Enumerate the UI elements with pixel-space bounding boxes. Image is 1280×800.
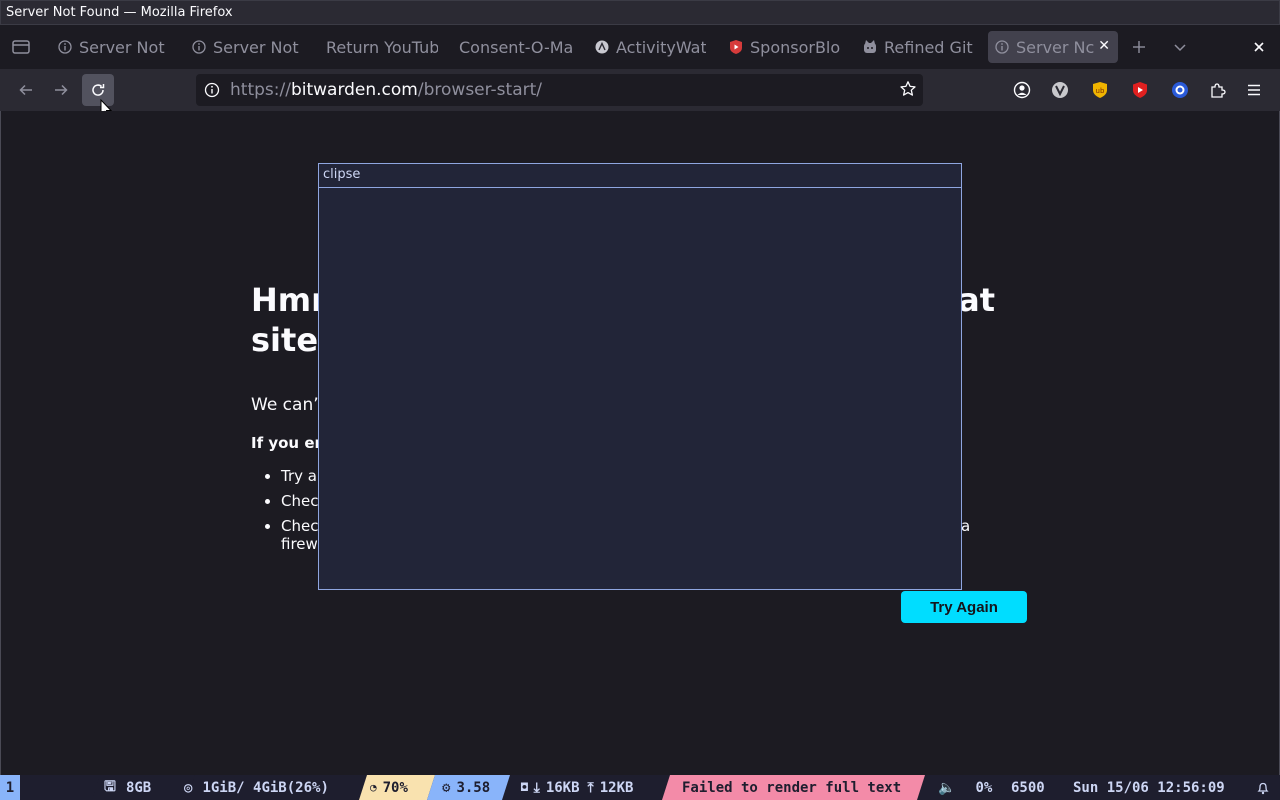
clipse-popup-window[interactable]: clipse xyxy=(318,163,962,590)
workspace-indicator[interactable]: 1 xyxy=(0,775,20,800)
speaker-icon: 🔈 xyxy=(938,779,956,796)
arrow-left-icon xyxy=(19,84,32,96)
system-status-bar: 1 🖫 8GB ◎ 1GiB/ 4GiB(26%) ◔ 70% ⚙ 3.58 ◘ ⤓ 16… xyxy=(0,775,1280,800)
gear-icon: ⚙ xyxy=(442,779,451,796)
arrow-right-icon xyxy=(55,84,68,96)
tab-activitywatch[interactable]: ActivityWat xyxy=(594,31,706,63)
battery-segment: ◔ 70% xyxy=(370,775,408,800)
chevron-down-icon xyxy=(1174,44,1186,52)
plus-icon xyxy=(1133,41,1145,53)
tab-label: Refined Git xyxy=(884,37,973,57)
color-temperature-segment: 6500 xyxy=(1011,779,1045,796)
memory-icon: ◎ xyxy=(184,779,193,796)
firefox-view-icon xyxy=(12,40,30,54)
url-path: /browser-start/ xyxy=(417,80,542,100)
clock-segment: Sun 15/06 12:56:09 xyxy=(1073,779,1225,796)
disk-value: 8GB xyxy=(125,779,152,796)
tab-bar: Server Not Server Not Return YouTub Cons… xyxy=(0,25,1280,69)
sponsorblock-icon xyxy=(728,39,744,55)
hamburger-menu-icon[interactable] xyxy=(1244,80,1264,100)
list-item-tail: a xyxy=(961,517,971,535)
account-icon[interactable] xyxy=(1012,80,1032,100)
activitywatch-icon xyxy=(594,39,610,55)
violentmonkey-icon[interactable] xyxy=(1050,80,1070,100)
tab-consent-o-matic[interactable]: Consent-O-Ma xyxy=(459,31,572,63)
window-title: Server Not Found — Mozilla Firefox xyxy=(0,0,1280,25)
error-title-start: Hmr xyxy=(251,281,327,319)
info-icon xyxy=(57,39,73,55)
tab-label: Return YouTub xyxy=(326,37,438,57)
network-segment: ◘ ⤓ 16KB ⤒ 12KB xyxy=(521,775,633,800)
info-icon xyxy=(994,39,1010,55)
list-all-tabs-button[interactable] xyxy=(1172,32,1188,62)
tab-server-not-found-active[interactable]: Server Nc ✕ xyxy=(988,31,1118,63)
tab-label: Server Nc xyxy=(1016,37,1094,57)
close-window-button[interactable] xyxy=(1252,32,1266,62)
new-tab-button[interactable] xyxy=(1131,32,1147,62)
close-icon xyxy=(1254,42,1264,52)
url-text[interactable]: https://bitwarden.com/browser-start/ xyxy=(230,80,542,100)
volume-segment[interactable]: 🔈 0% xyxy=(938,775,992,800)
tab-sponsorblock[interactable]: SponsorBlo xyxy=(728,31,840,63)
info-icon xyxy=(191,39,207,55)
network-icon: ◘ xyxy=(521,781,528,794)
memory-value: 1GiB/ 4GiB(26%) xyxy=(202,779,329,796)
firefox-view-button[interactable] xyxy=(12,32,30,62)
tab-label: SponsorBlo xyxy=(750,37,840,57)
tab-label: Consent-O-Ma xyxy=(459,37,572,57)
tab-server-not-found-1[interactable]: Server Not xyxy=(57,31,167,63)
tab-label: Server Not xyxy=(79,37,165,57)
disk-segment: 🖫 8GB xyxy=(104,775,151,800)
sponsorblock-extension-icon[interactable] xyxy=(1130,80,1150,100)
battery-value: 70% xyxy=(382,779,408,796)
disk-icon: 🖫 xyxy=(104,778,116,795)
reload-icon xyxy=(92,84,105,96)
popup-title: clipse xyxy=(319,164,961,188)
forward-button[interactable] xyxy=(45,74,77,106)
github-icon xyxy=(862,39,878,55)
memory-segment: ◎ 1GiB/ 4GiB(26%) xyxy=(184,775,329,800)
error-description: We can’ xyxy=(251,395,319,415)
volume-value: 0% xyxy=(975,779,993,796)
net-down-value: 16KB xyxy=(545,779,580,796)
download-icon: ⤓ xyxy=(533,779,540,796)
try-again-button[interactable]: Try Again xyxy=(901,591,1027,623)
cpu-load-value: 3.58 xyxy=(456,779,491,796)
cpu-load-segment: ⚙ 3.58 xyxy=(442,775,490,800)
svg-text:ub: ub xyxy=(1096,87,1105,95)
render-error-segment: Failed to render full text xyxy=(682,779,902,796)
back-button[interactable] xyxy=(10,74,42,106)
url-scheme: https:// xyxy=(230,80,291,100)
close-tab-icon[interactable]: ✕ xyxy=(1098,38,1110,54)
bookmark-star-icon[interactable] xyxy=(899,80,917,102)
gauge-icon: ◔ xyxy=(370,781,377,794)
extensions-puzzle-icon[interactable] xyxy=(1208,80,1228,100)
tab-label: ActivityWat xyxy=(616,37,706,57)
tab-server-not-found-2[interactable]: Server Not xyxy=(191,31,303,63)
url-bar[interactable]: https://bitwarden.com/browser-start/ xyxy=(196,74,923,106)
tab-return-youtube[interactable]: Return YouTub xyxy=(326,31,438,63)
ublock-shield-icon[interactable]: ub xyxy=(1090,80,1110,100)
error-title-end: at xyxy=(958,281,995,319)
error-hint: If you er xyxy=(251,434,322,452)
net-up-value: 12KB xyxy=(599,779,634,796)
url-host: bitwarden.com xyxy=(290,80,418,100)
tab-refined-github[interactable]: Refined Git xyxy=(862,31,974,63)
site-info-icon[interactable] xyxy=(204,82,220,102)
privacy-badger-icon[interactable] xyxy=(1170,80,1190,100)
list-item-text: Chec xyxy=(281,517,319,535)
tab-label: Server Not xyxy=(213,37,299,57)
upload-icon: ⤒ xyxy=(587,779,594,796)
notification-bell-icon[interactable] xyxy=(1256,775,1270,800)
